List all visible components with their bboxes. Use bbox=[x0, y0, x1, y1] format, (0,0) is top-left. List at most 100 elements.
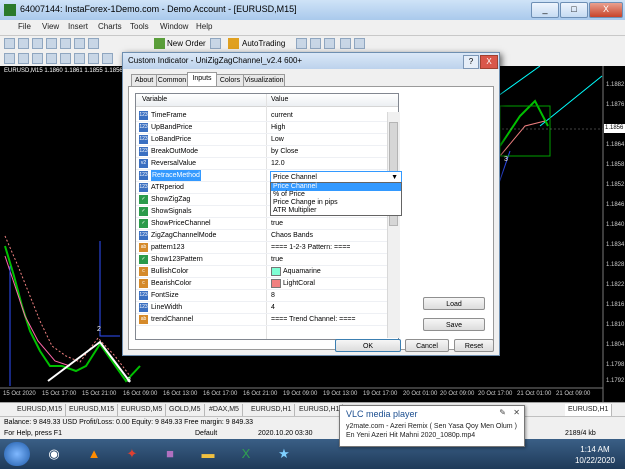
option-price-change-pips[interactable]: Price Change in pips bbox=[271, 199, 401, 207]
minimize-button[interactable]: _ bbox=[531, 2, 559, 18]
input-value[interactable]: Aquamarine bbox=[271, 266, 321, 277]
load-button[interactable]: Load bbox=[423, 297, 485, 310]
zoom-in-icon[interactable] bbox=[340, 38, 351, 49]
input-row[interactable]: 123 LineWidth 4 bbox=[136, 302, 398, 314]
input-value[interactable]: Low bbox=[271, 134, 284, 145]
option-percent-of-price[interactable]: % of Price bbox=[271, 191, 401, 199]
help-button[interactable]: ? bbox=[463, 55, 479, 69]
ok-button[interactable]: OK bbox=[335, 339, 401, 352]
input-value[interactable]: ==== 1-2-3 Pattern: ==== bbox=[271, 242, 350, 253]
menu-view[interactable]: View bbox=[42, 22, 59, 31]
chart-tab[interactable]: EURUSD,H1 bbox=[296, 404, 344, 416]
system-clock[interactable]: 1:14 AM 10/22/2020 bbox=[575, 444, 615, 466]
maximize-button[interactable]: □ bbox=[560, 2, 588, 18]
cancel-button[interactable]: Cancel bbox=[405, 339, 449, 352]
input-value[interactable]: 12.0 bbox=[271, 158, 285, 169]
metatrader-icon[interactable]: ✦ bbox=[118, 442, 146, 466]
winrar-icon[interactable]: ■ bbox=[156, 442, 184, 466]
input-value[interactable]: 4 bbox=[271, 302, 275, 313]
input-value[interactable]: LightCoral bbox=[271, 278, 315, 289]
tester-icon[interactable] bbox=[88, 38, 99, 49]
input-row[interactable]: ✓ ShowPriceChannel true bbox=[136, 218, 398, 230]
candlestick-icon[interactable] bbox=[310, 38, 321, 49]
menu-tools[interactable]: Tools bbox=[130, 22, 149, 31]
input-value[interactable]: ==== Trend Channel: ==== bbox=[271, 314, 355, 325]
text-icon[interactable] bbox=[102, 53, 113, 64]
input-value[interactable]: 8 bbox=[271, 290, 275, 301]
reset-button[interactable]: Reset bbox=[454, 339, 494, 352]
market-watch-icon[interactable] bbox=[32, 38, 43, 49]
option-atr-multiplier[interactable]: ATR Multiplier bbox=[271, 207, 401, 215]
chart-tab[interactable]: #DAX,M5 bbox=[206, 404, 243, 416]
terminal-summary: Balance: 9 849.33 USD Profit/Loss: 0.00 … bbox=[0, 416, 625, 430]
input-row[interactable]: ab pattern123 ==== 1-2-3 Pattern: ==== bbox=[136, 242, 398, 254]
notification-close-icon[interactable]: ✕ bbox=[513, 408, 520, 417]
input-row[interactable]: c BearishColor LightCoral bbox=[136, 278, 398, 290]
input-name: ShowSignals bbox=[151, 208, 192, 215]
new-chart-icon[interactable] bbox=[4, 38, 15, 49]
channel-icon[interactable] bbox=[74, 53, 85, 64]
fibonacci-icon[interactable] bbox=[88, 53, 99, 64]
input-value[interactable]: true bbox=[271, 218, 283, 229]
chart-tab[interactable]: EURUSD,M15 bbox=[66, 404, 119, 416]
input-row[interactable]: c BullishColor Aquamarine bbox=[136, 266, 398, 278]
vertical-line-icon[interactable] bbox=[32, 53, 43, 64]
chart-tab[interactable]: EURUSD,H1 bbox=[248, 404, 296, 416]
chart-tab-active[interactable]: EURUSD,H1 bbox=[565, 404, 613, 416]
chart-tab[interactable]: EURUSD,M15 bbox=[14, 404, 67, 416]
zoom-out-icon[interactable] bbox=[354, 38, 365, 49]
menu-charts[interactable]: Charts bbox=[98, 22, 122, 31]
horizontal-line-icon[interactable] bbox=[46, 53, 57, 64]
menu-help[interactable]: Help bbox=[196, 22, 212, 31]
input-name: ZigZagChannelMode bbox=[151, 232, 217, 239]
input-row[interactable]: 123 FontSize 8 bbox=[136, 290, 398, 302]
input-row[interactable]: 123 ZigZagChannelMode Chaos Bands bbox=[136, 230, 398, 242]
menu-file[interactable]: File bbox=[18, 22, 31, 31]
menu-window[interactable]: Window bbox=[160, 22, 188, 31]
vlc-notification[interactable]: VLC media player ✎ ✕ y2mate.com - Azeri … bbox=[339, 405, 525, 447]
column-header-value[interactable]: Value bbox=[267, 94, 398, 107]
input-row[interactable]: 123 BreakOutMode by Close bbox=[136, 146, 398, 158]
excel-icon[interactable]: X bbox=[232, 442, 260, 466]
notification-settings-icon[interactable]: ✎ bbox=[499, 408, 506, 417]
trendline-icon[interactable] bbox=[60, 53, 71, 64]
chrome-icon[interactable]: ◉ bbox=[40, 442, 68, 466]
start-orb-icon[interactable] bbox=[4, 442, 30, 466]
close-button[interactable]: X bbox=[589, 2, 623, 18]
input-row[interactable]: ✓ Show123Pattern true bbox=[136, 254, 398, 266]
input-value[interactable]: High bbox=[271, 122, 285, 133]
input-row[interactable]: 123 TimeFrame current bbox=[136, 110, 398, 122]
new-order-button[interactable]: New Order bbox=[167, 39, 206, 48]
cursor-icon[interactable] bbox=[4, 53, 15, 64]
bar-chart-icon[interactable] bbox=[296, 38, 307, 49]
save-button[interactable]: Save bbox=[423, 318, 485, 331]
option-price-channel[interactable]: Price Channel bbox=[271, 183, 401, 191]
input-value[interactable]: Chaos Bands bbox=[271, 230, 313, 241]
metaeditor-icon[interactable] bbox=[210, 38, 221, 49]
line-chart-icon[interactable] bbox=[324, 38, 335, 49]
chart-tab[interactable]: GOLD,M5 bbox=[166, 404, 205, 416]
menu-insert[interactable]: Insert bbox=[68, 22, 88, 31]
autotrading-button[interactable]: AutoTrading bbox=[242, 39, 285, 48]
tab-inputs[interactable]: Inputs bbox=[187, 72, 217, 87]
terminal-icon[interactable] bbox=[74, 38, 85, 49]
dialog-close-button[interactable]: X bbox=[480, 55, 498, 69]
chart-tab[interactable]: EURUSD,M5 bbox=[118, 404, 167, 416]
input-value[interactable]: by Close bbox=[271, 146, 298, 157]
crosshair-icon[interactable] bbox=[18, 53, 29, 64]
input-row[interactable]: ab trendChannel ==== Trend Channel: ==== bbox=[136, 314, 398, 326]
input-row[interactable]: 123 UpBandPrice High bbox=[136, 122, 398, 134]
star-app-icon[interactable]: ★ bbox=[270, 442, 298, 466]
grid-scrollbar[interactable] bbox=[387, 112, 400, 338]
profiles-icon[interactable] bbox=[18, 38, 29, 49]
input-value[interactable]: true bbox=[271, 254, 283, 265]
column-header-variable[interactable]: Variable bbox=[136, 94, 272, 107]
vlc-icon[interactable]: ▲ bbox=[80, 442, 108, 466]
input-value[interactable]: current bbox=[271, 110, 293, 121]
input-row[interactable]: 123 LoBandPrice Low bbox=[136, 134, 398, 146]
price-tick: 1.1828 bbox=[606, 262, 625, 268]
folder-icon[interactable]: ▬ bbox=[194, 442, 222, 466]
data-window-icon[interactable] bbox=[46, 38, 57, 49]
input-row[interactable]: v2 ReversalValue 12.0 bbox=[136, 158, 398, 170]
navigator-icon[interactable] bbox=[60, 38, 71, 49]
